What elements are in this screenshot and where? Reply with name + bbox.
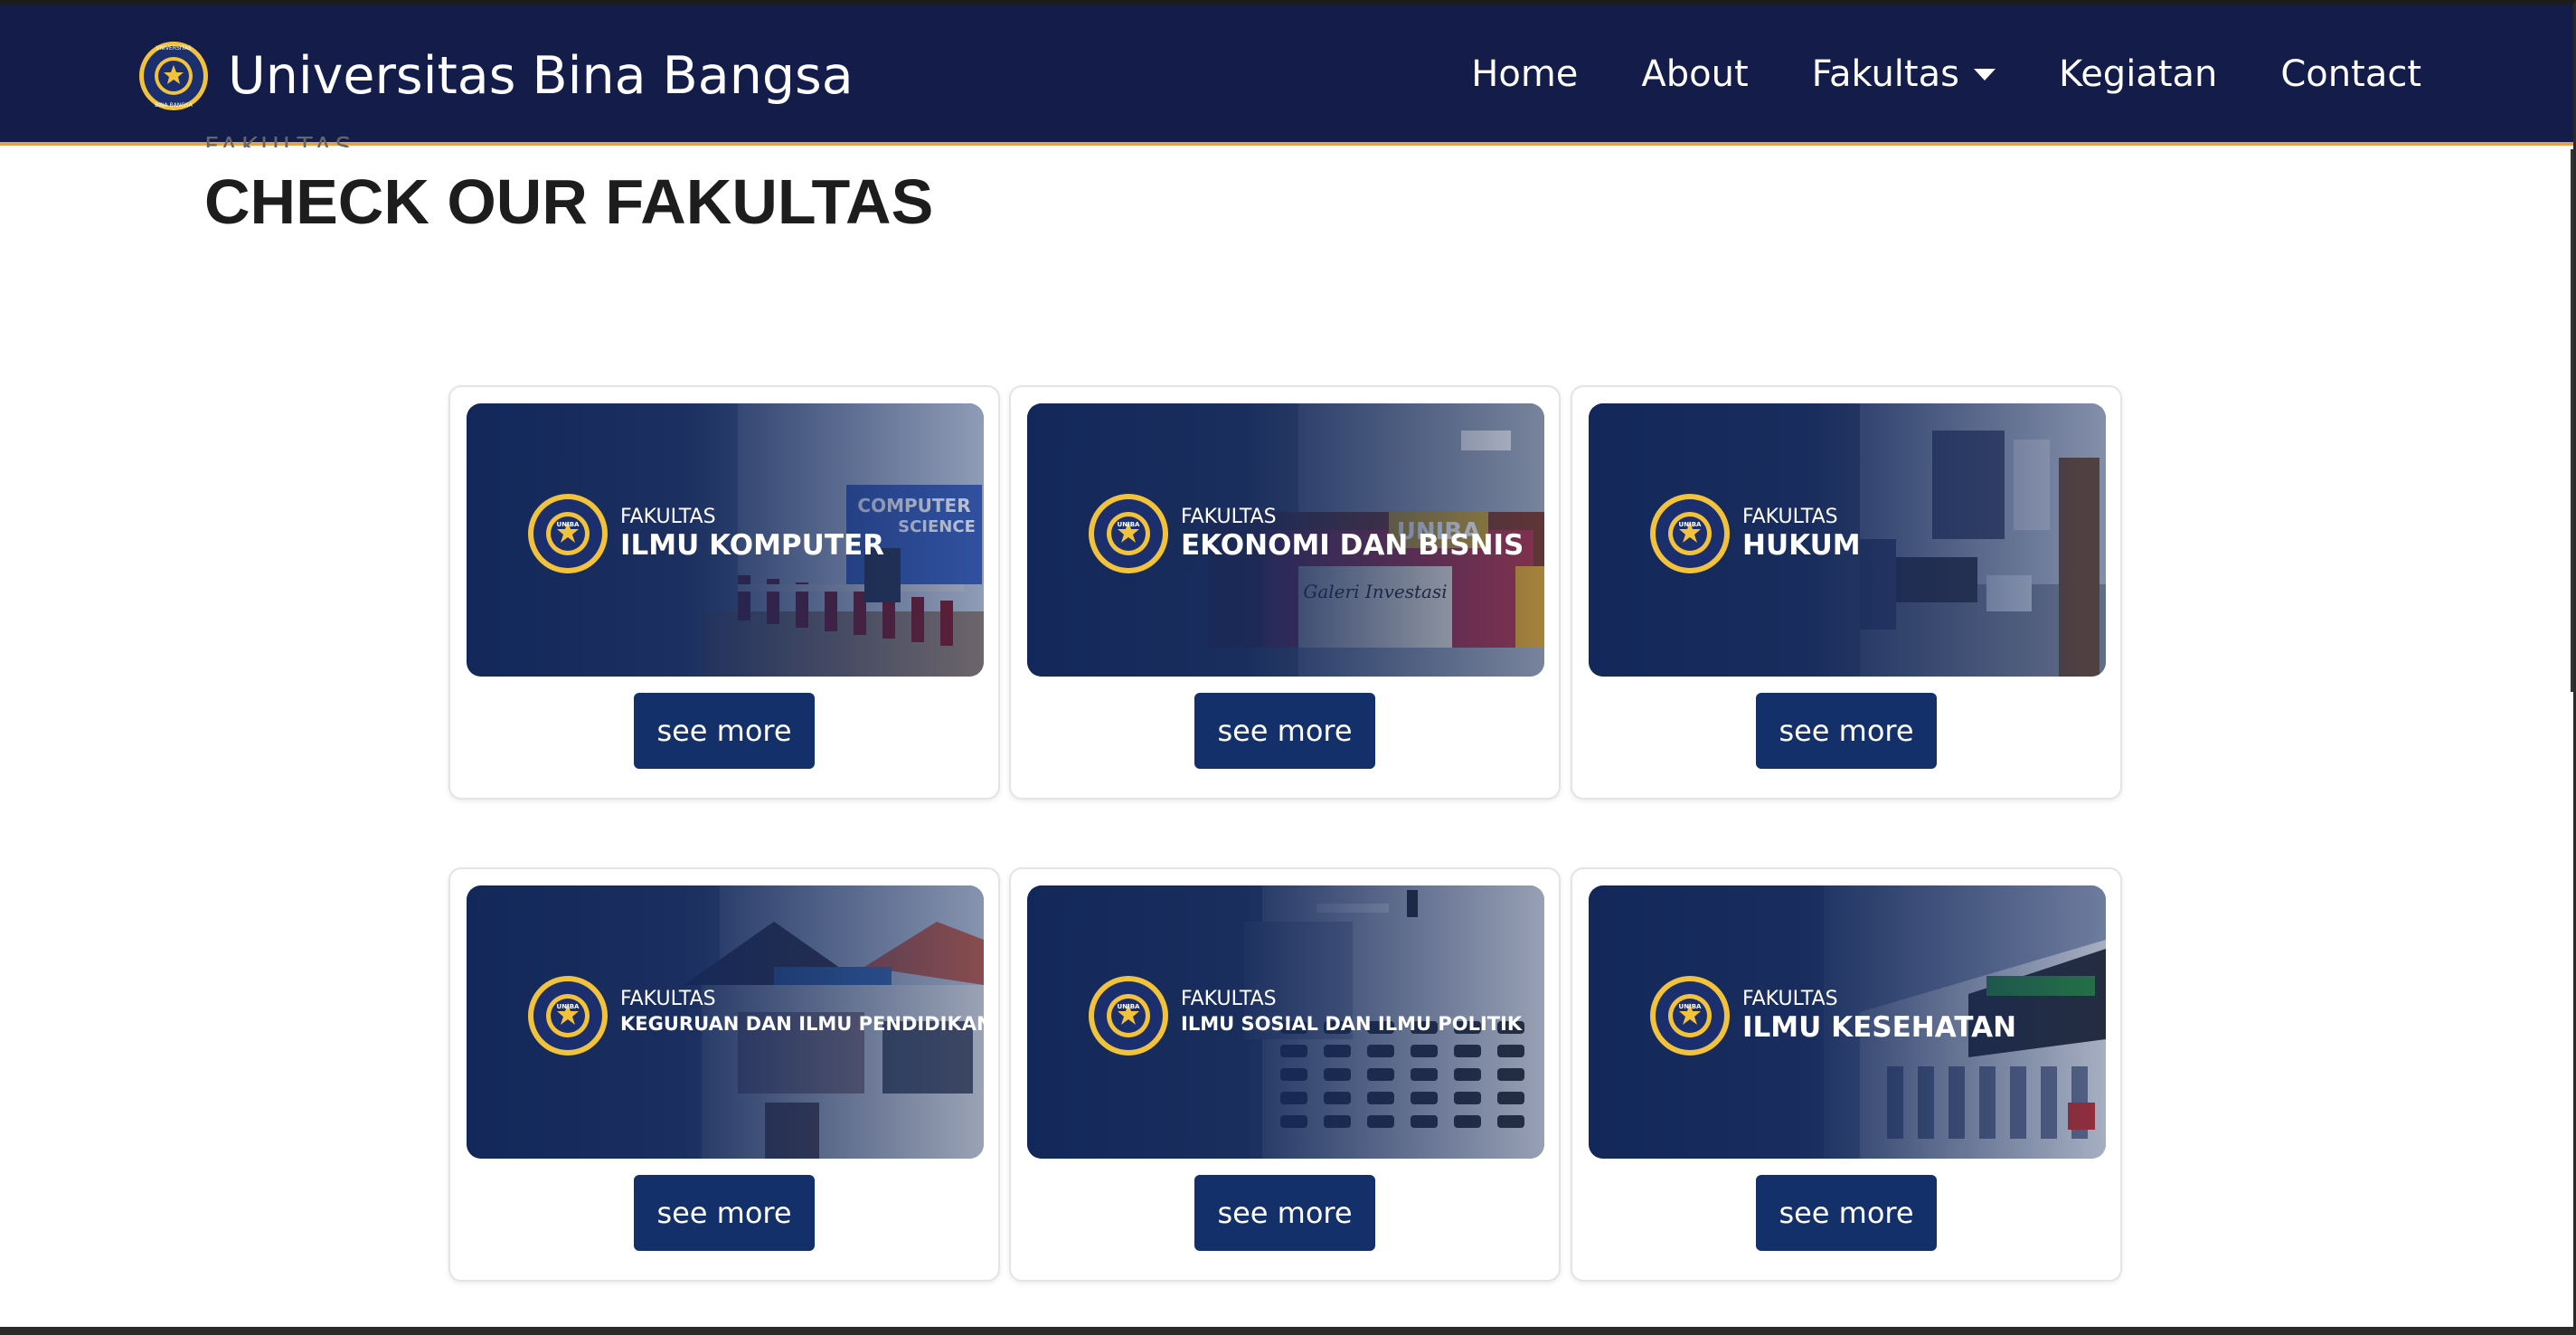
university-logo-icon: UNIBA — [1650, 976, 1730, 1056]
nav-link-about[interactable]: About — [1641, 53, 1748, 95]
nav-link-home[interactable]: Home — [1471, 53, 1578, 95]
university-logo-icon: UNIBA — [1089, 494, 1168, 573]
university-logo-icon: UNIBA — [528, 976, 608, 1056]
svg-text:UNIBA: UNIBA — [557, 521, 580, 528]
svg-text:UNIBA: UNIBA — [1118, 1003, 1140, 1010]
navbar: UNIVERSITAS BINA BANGSA Universitas Bina… — [0, 5, 2573, 146]
brand[interactable]: UNIVERSITAS BINA BANGSA Universitas Bina… — [137, 40, 854, 112]
nav-dropdown-fakultas[interactable]: Fakultas — [1812, 53, 1996, 95]
fakultas-prefix: FAKULTAS — [620, 988, 716, 1010]
svg-text:BINA BANGSA: BINA BANGSA — [155, 102, 193, 109]
fakultas-prefix: FAKULTAS — [1742, 506, 1838, 528]
nav-link-kegiatan[interactable]: Kegiatan — [2059, 53, 2217, 95]
section-title: CHECK OUR FAKULTAS — [204, 166, 934, 237]
see-more-button[interactable]: see more — [634, 693, 815, 769]
fakultas-card: COMPUTER SCIENCE UNIBA FAKULTAS ILMU KOM… — [448, 385, 1000, 800]
fakultas-name: EKONOMI DAN BISNIS — [1181, 529, 1524, 562]
see-more-button[interactable]: see more — [1756, 693, 1937, 769]
fakultas-card: UNIBA FAKULTAS HUKUM see more — [1571, 385, 2122, 800]
section-eyebrow: FAKULTAS — [204, 131, 355, 147]
svg-text:UNIBA: UNIBA — [1679, 521, 1702, 528]
svg-text:UNIVERSITAS: UNIVERSITAS — [156, 45, 192, 52]
fakultas-card: UNIBA FAKULTAS ILMU KESEHATAN see more — [1571, 867, 2122, 1282]
browser-viewport: UNIVERSITAS BINA BANGSA Universitas Bina… — [0, 0, 2576, 1335]
nav-menu: Home About Fakultas Kegiatan Contact — [1408, 53, 2421, 95]
fakultas-name: HUKUM — [1742, 529, 1861, 562]
fakultas-banner-image: UNIBA FAKULTAS ILMU SOSIAL DAN ILMU POLI… — [1027, 885, 1544, 1159]
fakultas-banner-image: UNIBA Galeri Investasi UNIBA FAKULTAS EK… — [1027, 403, 1544, 677]
university-logo-icon: UNIBA — [1650, 494, 1730, 573]
see-more-button[interactable]: see more — [1194, 1175, 1375, 1251]
fakultas-prefix: FAKULTAS — [1181, 988, 1277, 1010]
fakultas-name: ILMU KESEHATAN — [1742, 1011, 2016, 1044]
fakultas-name: ILMU SOSIAL DAN ILMU POLITIK — [1181, 1013, 1523, 1035]
fakultas-banner-image: UNIBA FAKULTAS KEGURUAN DAN ILMU PENDIDI… — [467, 885, 984, 1159]
fakultas-name: KEGURUAN DAN ILMU PENDIDIKAN — [620, 1013, 984, 1035]
caret-down-icon — [1973, 68, 1996, 80]
fakultas-prefix: FAKULTAS — [1742, 988, 1838, 1010]
nav-dropdown-fakultas-label: Fakultas — [1811, 53, 1959, 95]
see-more-button[interactable]: see more — [634, 1175, 815, 1251]
university-logo-icon: UNIBA — [1089, 976, 1168, 1056]
svg-text:UNIBA: UNIBA — [1118, 521, 1140, 528]
nav-link-contact[interactable]: Contact — [2280, 53, 2421, 95]
see-more-button[interactable]: see more — [1756, 1175, 1937, 1251]
fakultas-banner-image: COMPUTER SCIENCE UNIBA FAKULTAS ILMU KOM… — [467, 403, 984, 677]
fakultas-banner-image: UNIBA FAKULTAS ILMU KESEHATAN — [1589, 885, 2106, 1159]
svg-text:UNIBA: UNIBA — [1679, 1003, 1702, 1010]
fakultas-card: UNIBA FAKULTAS KEGURUAN DAN ILMU PENDIDI… — [448, 867, 1000, 1282]
svg-text:UNIBA: UNIBA — [557, 1003, 580, 1010]
brand-title: Universitas Bina Bangsa — [228, 46, 854, 106]
fakultas-prefix: FAKULTAS — [620, 506, 716, 528]
fakultas-card: UNIBA FAKULTAS ILMU SOSIAL DAN ILMU POLI… — [1009, 867, 1561, 1282]
university-logo-icon: UNIBA — [528, 494, 608, 573]
scrollbar[interactable] — [2571, 149, 2573, 692]
university-logo-icon: UNIVERSITAS BINA BANGSA — [139, 42, 208, 110]
see-more-button[interactable]: see more — [1194, 693, 1375, 769]
fakultas-name: ILMU KOMPUTER — [620, 529, 884, 562]
fakultas-card: UNIBA Galeri Investasi UNIBA FAKULTAS EK… — [1009, 385, 1561, 800]
fakultas-prefix: FAKULTAS — [1181, 506, 1277, 528]
fakultas-banner-image: UNIBA FAKULTAS HUKUM — [1589, 403, 2106, 677]
